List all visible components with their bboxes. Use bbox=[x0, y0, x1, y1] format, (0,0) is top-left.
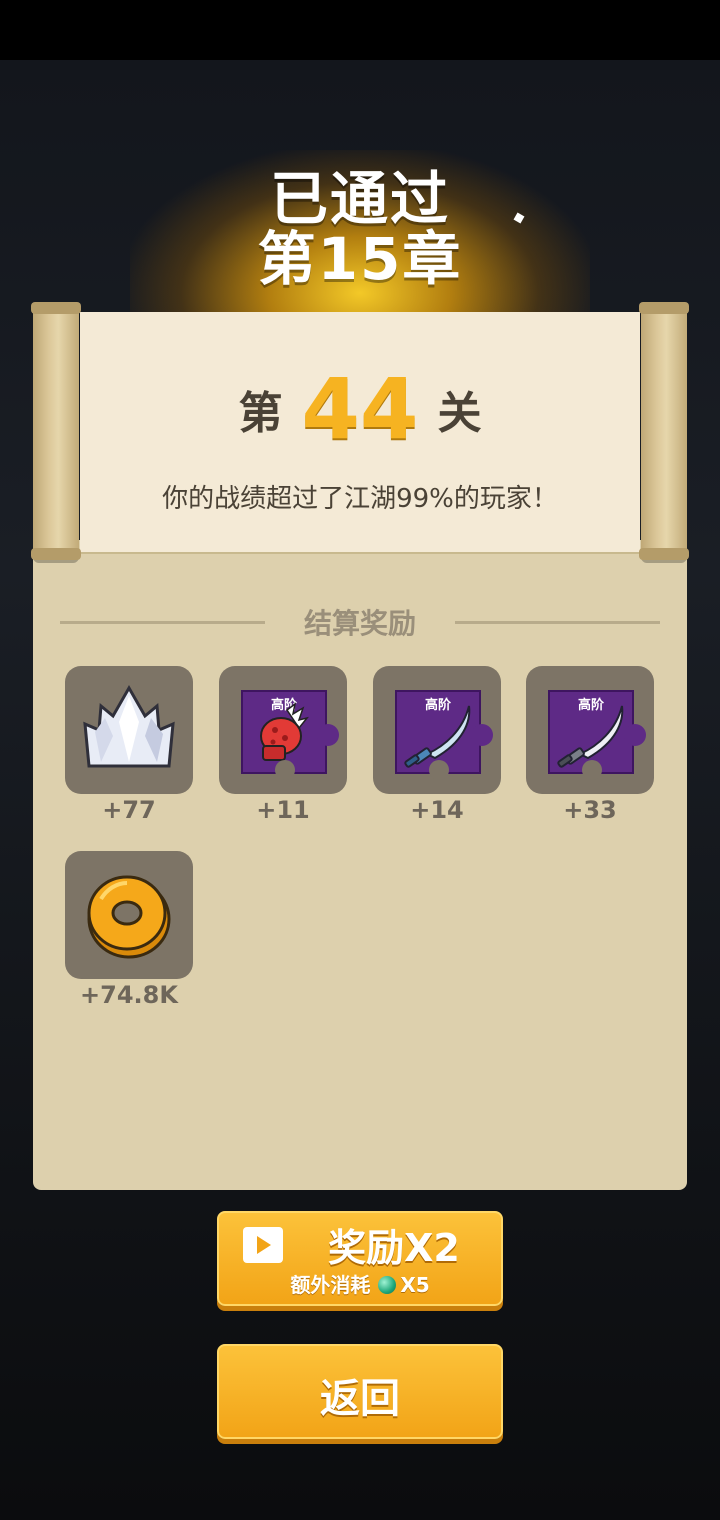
reward-item[interactable]: +74.8K bbox=[65, 851, 193, 1009]
back-label: 返回 bbox=[320, 1376, 400, 1422]
crystal-icon bbox=[83, 684, 175, 768]
reward-slot: 高阶 bbox=[526, 666, 654, 794]
reward-item[interactable]: +77 bbox=[65, 666, 193, 824]
divider-right bbox=[455, 621, 660, 624]
reward-item[interactable]: 高阶 +33 bbox=[526, 666, 654, 824]
double-reward-label: 奖励X2 bbox=[328, 1226, 460, 1270]
reward-slot bbox=[65, 851, 193, 979]
reward-amount: +74.8K bbox=[80, 981, 178, 1009]
stage-suffix: 关 bbox=[437, 388, 482, 439]
back-button[interactable]: 返回 bbox=[217, 1344, 503, 1439]
reward-item[interactable]: 高阶 +11 bbox=[219, 666, 347, 824]
reward-amount: +77 bbox=[102, 796, 156, 824]
reward-slot bbox=[65, 666, 193, 794]
extra-cost: 额外消耗 X5 bbox=[290, 1273, 430, 1297]
stage-level: 第 44 关 bbox=[0, 360, 720, 458]
reward-slot: 高阶 bbox=[373, 666, 501, 794]
gold-coin-icon bbox=[87, 875, 171, 959]
gem-icon bbox=[378, 1275, 397, 1294]
chapter-number-title: 第15章 bbox=[257, 225, 463, 293]
reward-amount: +33 bbox=[563, 796, 617, 824]
ranking-message: 你的战绩超过了江湖99%的玩家！ bbox=[162, 484, 558, 514]
stage-prefix: 第 bbox=[238, 388, 283, 439]
stage-number: 44 bbox=[301, 360, 419, 458]
reward-amount: +14 bbox=[410, 796, 464, 824]
video-play-icon bbox=[243, 1227, 283, 1263]
reward-amount: +11 bbox=[256, 796, 310, 824]
double-reward-button[interactable]: 奖励X2 额外消耗 X5 bbox=[217, 1211, 503, 1306]
reward-slot: 高阶 bbox=[219, 666, 347, 794]
reward-item[interactable]: 高阶 +14 bbox=[373, 666, 501, 824]
